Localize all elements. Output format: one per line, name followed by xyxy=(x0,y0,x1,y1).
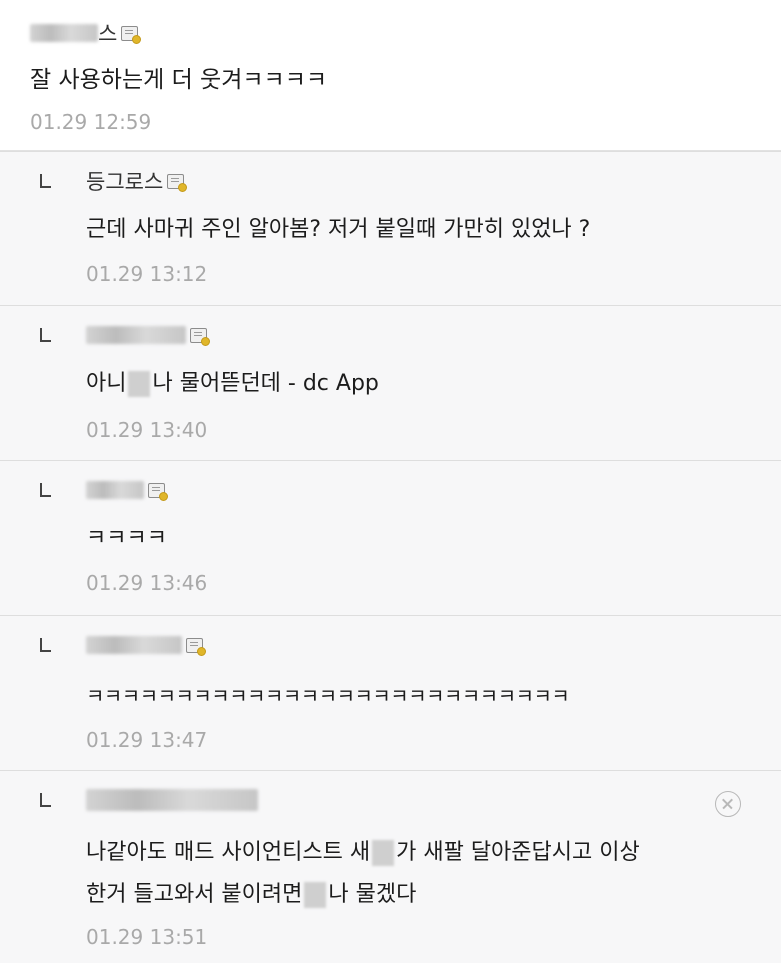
memo-icon[interactable] xyxy=(121,25,142,44)
author-name-redacted xyxy=(86,326,186,344)
comment-author[interactable]: 스 xyxy=(30,20,142,46)
reply-arrow-icon xyxy=(40,793,51,807)
reply-timestamp: 01.29 13:46 xyxy=(86,571,208,595)
reply-timestamp: 01.29 13:51 xyxy=(86,925,208,949)
author-name-redacted xyxy=(30,24,98,42)
reply-timestamp: 01.29 13:40 xyxy=(86,418,208,442)
reply-item: 등그로스 근데 사마귀 주인 알아봄? 저거 붙일때 가만히 있었나 ? 01.… xyxy=(0,151,781,306)
reply-body-text: 나 물겠다 xyxy=(328,882,417,907)
memo-icon[interactable] xyxy=(186,637,206,656)
comment-timestamp: 01.29 12:59 xyxy=(30,110,152,134)
reply-body: ㅋㅋㅋㅋ xyxy=(86,526,167,551)
reply-body-text: 나같아도 매드 사이언티스트 새 xyxy=(86,840,371,865)
reply-body: 근데 사마귀 주인 알아봄? 저거 붙일때 가만히 있었나 ? xyxy=(86,217,591,242)
author-name-suffix: 스 xyxy=(98,22,118,46)
comment-body: 잘 사용하는게 더 웃겨ㅋㅋㅋㅋ xyxy=(30,67,328,93)
reply-body: ㅋㅋㅋㅋㅋㅋㅋㅋㅋㅋㅋㅋㅋㅋㅋㅋㅋㅋㅋㅋㅋㅋㅋㅋㅋㅋㅋ xyxy=(86,684,570,708)
reply-timestamp: 01.29 13:12 xyxy=(86,262,208,286)
reply-timestamp: 01.29 13:47 xyxy=(86,728,208,752)
reply-arrow-icon xyxy=(40,328,51,342)
reply-author[interactable]: 등그로스 xyxy=(86,168,188,194)
reply-arrow-icon xyxy=(40,174,51,188)
author-name-redacted xyxy=(86,481,144,499)
reply-author[interactable] xyxy=(86,632,206,658)
memo-icon[interactable] xyxy=(190,327,210,346)
reply-item: ㅋㅋㅋㅋㅋㅋㅋㅋㅋㅋㅋㅋㅋㅋㅋㅋㅋㅋㅋㅋㅋㅋㅋㅋㅋㅋㅋ 01.29 13:47 xyxy=(0,615,781,771)
comment: 스 잘 사용하는게 더 웃겨ㅋㅋㅋㅋ 01.29 12:59 xyxy=(0,0,781,151)
reply-item: 나같아도 매드 사이언티스트 새 가 새팔 달아준답시고 이상 한거 들고와서 붙… xyxy=(0,770,781,963)
close-icon[interactable] xyxy=(715,791,741,817)
redacted-word xyxy=(304,882,327,908)
memo-icon[interactable] xyxy=(148,482,168,501)
reply-item: ㅋㅋㅋㅋ 01.29 13:46 xyxy=(0,460,781,616)
author-name-redacted xyxy=(86,789,258,811)
reply-body: 아니 나 물어뜯던데 - dc App xyxy=(86,364,379,404)
redacted-word xyxy=(372,840,395,866)
redacted-word xyxy=(128,371,151,397)
reply-body: 한거 들고와서 붙이려면 나 물겠다 xyxy=(86,875,416,915)
author-name: 등그로스 xyxy=(86,170,164,194)
reply-author[interactable] xyxy=(86,477,168,503)
reply-body-text: 나 물어뜯던데 - dc App xyxy=(152,371,379,396)
reply-body-text: 한거 들고와서 붙이려면 xyxy=(86,882,303,907)
reply-body-text: 아니 xyxy=(86,371,127,396)
reply-body-text: 가 새팔 달아준답시고 이상 xyxy=(396,840,640,865)
reply-author[interactable] xyxy=(86,787,258,813)
reply-body: 나같아도 매드 사이언티스트 새 가 새팔 달아준답시고 이상 xyxy=(86,833,640,873)
reply-arrow-icon xyxy=(40,483,51,497)
reply-item: 아니 나 물어뜯던데 - dc App 01.29 13:40 xyxy=(0,305,781,461)
reply-author[interactable] xyxy=(86,322,210,348)
reply-arrow-icon xyxy=(40,638,51,652)
memo-icon[interactable] xyxy=(167,173,188,192)
author-name-redacted xyxy=(86,636,182,654)
